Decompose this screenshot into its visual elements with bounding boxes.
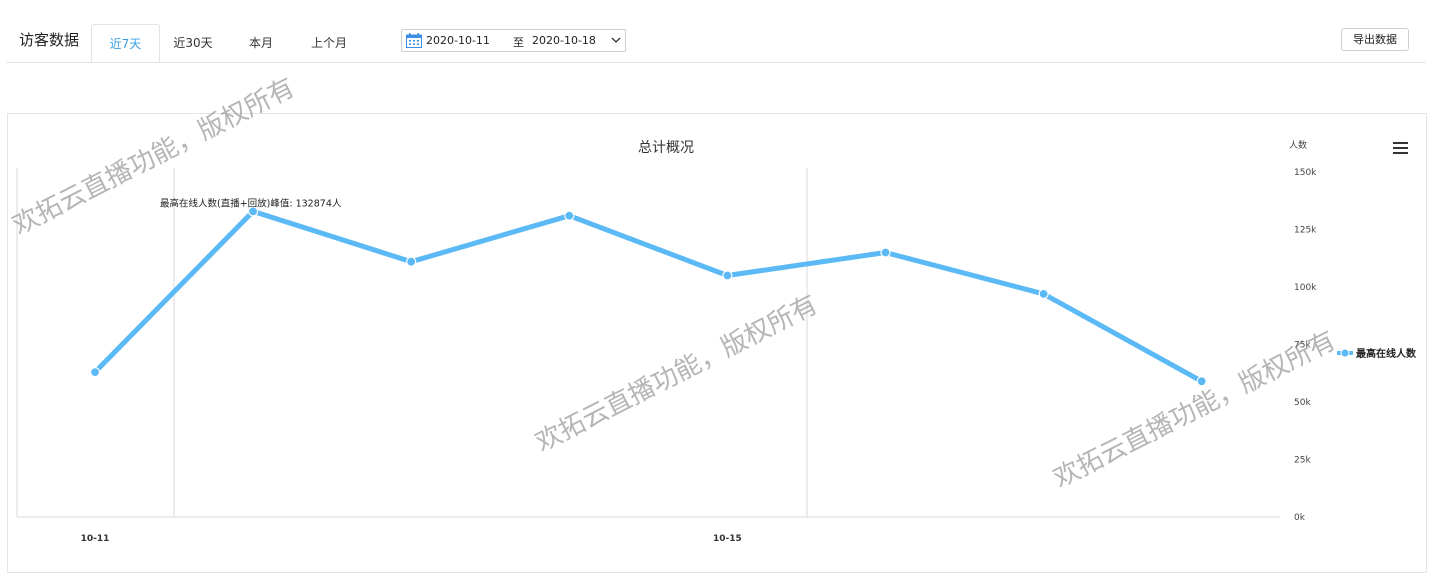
data-point — [564, 210, 575, 221]
x-tick-label: 10-11 — [81, 534, 110, 544]
y-tick-label: 25k — [1294, 456, 1311, 466]
y-tick-label: 100k — [1294, 283, 1317, 293]
data-point — [722, 270, 733, 281]
chevron-down-icon[interactable] — [611, 35, 621, 48]
tab-last-30-days[interactable]: 近30天 — [168, 24, 218, 62]
legend-marker — [1340, 348, 1350, 358]
tab-this-month[interactable]: 本月 — [239, 24, 283, 62]
y-tick-label: 150k — [1294, 168, 1317, 178]
y-tick-label: 125k — [1294, 226, 1317, 236]
peak-annotation: 最高在线人数(直播+回放)峰值: 132874人 — [160, 197, 342, 209]
start-date[interactable]: 2020-10-11 — [426, 34, 490, 47]
x-tick-label: 10-15 — [713, 534, 742, 544]
calendar-icon — [406, 33, 422, 51]
chart-title: 总计概况 — [638, 140, 694, 156]
date-range-picker[interactable]: 2020-10-11 至 2020-10-18 — [401, 29, 626, 52]
data-point — [880, 247, 891, 258]
y-axis-label: 人数 — [1289, 139, 1307, 151]
tab-last-month[interactable]: 上个月 — [302, 24, 356, 62]
data-point — [1038, 288, 1049, 299]
page-title: 访客数据 — [19, 31, 80, 49]
y-tick-label: 0k — [1294, 513, 1306, 523]
y-tick-label: 75k — [1294, 341, 1311, 351]
chart-menu-icon[interactable] — [1393, 142, 1408, 154]
chart-panel: 总计概况 人数 150k 125k 100k 75k 50k 25k 0k 10-11 10-15 最… — [7, 113, 1427, 573]
line-chart: 总计概况 人数 150k 125k 100k 75k 50k 25k 0k 10-11 10-15 最… — [16, 139, 1417, 544]
data-point — [89, 367, 101, 378]
end-date[interactable]: 2020-10-18 — [532, 34, 596, 47]
series-line — [92, 208, 1205, 384]
date-separator: 至 — [513, 36, 524, 49]
toolbar: 访客数据 近7天 近30天 本月 上个月 2020-10-11 至 2020-1… — [6, 0, 1426, 63]
y-tick-label: 50k — [1294, 398, 1311, 408]
export-data-button[interactable]: 导出数据 — [1341, 28, 1409, 51]
tab-last-7-days[interactable]: 近7天 — [91, 24, 160, 62]
data-point — [1196, 376, 1207, 387]
data-point — [406, 256, 417, 267]
legend-label: 最高在线人数 — [1356, 347, 1417, 360]
